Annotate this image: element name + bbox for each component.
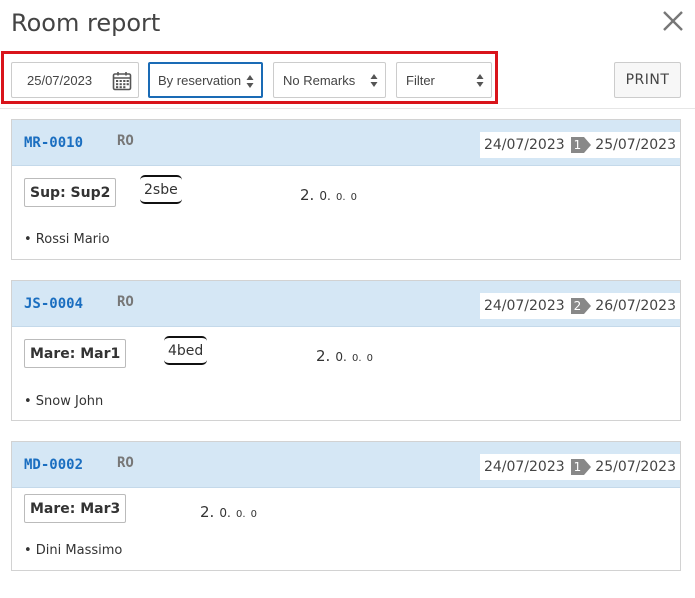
room-type-tag: 2sbe xyxy=(140,175,182,204)
pax-infants: 0. xyxy=(235,509,246,520)
filter-value: Filter xyxy=(406,72,435,88)
calendar-icon[interactable] xyxy=(112,71,132,91)
departure-date: 26/07/2023 xyxy=(595,298,676,314)
grouping-value: By reservation xyxy=(158,72,242,88)
reservation-header: JS-0004 RO 24/07/2023 2 26/07/2023 xyxy=(12,281,680,327)
toolbar-divider xyxy=(0,108,695,109)
reservation-card: MD-0002 RO 24/07/2023 1 25/07/2023 Mare:… xyxy=(11,441,681,571)
nights-count: 1 xyxy=(570,137,585,153)
room-label: Mare: Mar3 xyxy=(24,494,127,523)
board-type: RO xyxy=(117,133,134,149)
pax-count: 2. 0. 0. 0 xyxy=(316,346,373,365)
reservation-code[interactable]: JS-0004 xyxy=(24,296,83,312)
reservation-header: MD-0002 RO 24/07/2023 1 25/07/2023 xyxy=(12,442,680,488)
departure-date: 25/07/2023 xyxy=(595,137,676,153)
reservation-card: MR-0010 RO 24/07/2023 1 25/07/2023 Sup: … xyxy=(11,119,681,260)
room-label: Mare: Mar1 xyxy=(24,339,127,368)
remarks-value: No Remarks xyxy=(283,72,356,88)
board-type: RO xyxy=(117,455,134,471)
pax-infants-2: 0 xyxy=(366,353,373,364)
reservation-card: JS-0004 RO 24/07/2023 2 26/07/2023 Mare:… xyxy=(11,280,681,421)
reservation-code[interactable]: MR-0010 xyxy=(24,135,83,151)
pax-adults: 2. xyxy=(300,186,315,204)
pax-children: 0. xyxy=(335,350,347,364)
arrival-date: 24/07/2023 xyxy=(483,137,565,153)
stay-dates: 24/07/2023 2 26/07/2023 xyxy=(479,293,680,319)
stay-dates: 24/07/2023 1 25/07/2023 xyxy=(479,454,680,480)
grouping-select[interactable]: By reservation xyxy=(148,62,263,98)
pax-infants: 0. xyxy=(351,353,362,364)
room-type-tag: 4bed xyxy=(164,336,208,365)
arrival-date: 24/07/2023 xyxy=(483,298,565,314)
pax-count: 2. 0. 0. 0 xyxy=(300,185,357,204)
reservation-code[interactable]: MD-0002 xyxy=(24,457,83,473)
nights-count: 1 xyxy=(570,459,585,475)
nights-badge: 1 xyxy=(570,137,592,153)
select-arrows-icon xyxy=(476,74,484,87)
pax-adults: 2. xyxy=(316,347,331,365)
reservation-header: MR-0010 RO 24/07/2023 1 25/07/2023 xyxy=(12,120,680,166)
pax-infants: 0. xyxy=(335,192,346,203)
nights-count: 2 xyxy=(570,298,585,314)
select-arrows-icon xyxy=(246,75,254,88)
board-type: RO xyxy=(117,294,134,310)
pax-infants-2: 0 xyxy=(350,192,357,203)
close-button[interactable] xyxy=(660,8,686,34)
departure-date: 25/07/2023 xyxy=(595,459,676,475)
remarks-select[interactable]: No Remarks xyxy=(273,62,386,98)
guest-name: • Rossi Mario xyxy=(24,232,110,247)
nights-badge: 1 xyxy=(570,459,592,475)
guest-name: • Snow John xyxy=(24,394,104,409)
stay-dates: 24/07/2023 1 25/07/2023 xyxy=(479,132,680,158)
page-title: Room report xyxy=(11,9,161,37)
pax-children: 0. xyxy=(319,189,331,203)
nights-badge: 2 xyxy=(570,298,592,314)
arrival-date: 24/07/2023 xyxy=(483,459,565,475)
print-button[interactable]: PRINT xyxy=(614,62,681,98)
select-arrows-icon xyxy=(370,74,378,87)
pax-adults: 2. xyxy=(200,503,215,521)
date-value: 25/07/2023 xyxy=(27,72,93,88)
guest-name: • Dini Massimo xyxy=(24,543,123,558)
room-label: Sup: Sup2 xyxy=(24,178,117,207)
date-picker[interactable]: 25/07/2023 xyxy=(11,62,139,98)
close-icon xyxy=(663,11,683,31)
pax-infants-2: 0 xyxy=(250,509,257,520)
pax-children: 0. xyxy=(219,506,231,520)
filter-select[interactable]: Filter xyxy=(396,62,492,98)
pax-count: 2. 0. 0. 0 xyxy=(200,502,257,521)
